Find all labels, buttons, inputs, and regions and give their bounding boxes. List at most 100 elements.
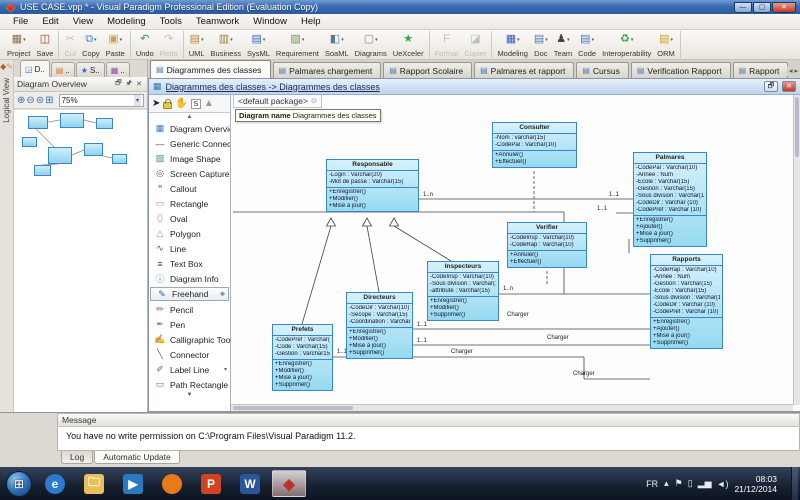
uml-class-inspecteurs[interactable]: Inspecteurs-CodeInsp : Varchar(10)-Sous … (427, 261, 499, 321)
zoom-actual-icon[interactable]: ⊜ (36, 95, 44, 106)
toolbar-orm-button[interactable]: ▤▾ORM (654, 31, 678, 58)
uml-class-prefets[interactable]: Prefets-CodePref : Varchar(10)-Code : Va… (272, 324, 333, 391)
palette-scroll-up-icon[interactable]: ▲ (149, 114, 230, 121)
palette-item-line[interactable]: ∿Line (149, 241, 230, 256)
chevron-down-icon[interactable]: ▾ (341, 37, 344, 43)
chevron-down-icon[interactable]: ▾ (224, 366, 227, 373)
chevron-down-icon[interactable]: ▾ (517, 37, 520, 43)
zoom-fit-icon[interactable]: ⊞ (45, 95, 53, 106)
diagram-tab-cursus[interactable]: ▤Cursus (576, 62, 629, 78)
zoom-level-combo[interactable]: 75% ▾ (59, 94, 144, 107)
taskbar-internet-explorer-button[interactable]: e (38, 470, 72, 497)
cursor-tool-icon[interactable]: ➤ (152, 98, 160, 110)
toolbar-uexceler-button[interactable]: ★UeXceler (390, 31, 427, 58)
toolbar-interoperability-button[interactable]: ♻▾Interoperability (599, 31, 654, 58)
toolbar-copy-button[interactable]: ⧉▾Copy (79, 31, 103, 58)
taskbar-firefox-button[interactable] (155, 470, 189, 497)
breadcrumb[interactable]: Diagrammes des classes -> Diagrammes des… (166, 82, 760, 92)
lock-tool-icon[interactable] (163, 102, 172, 109)
collapse-palette-icon[interactable]: ▲ (204, 98, 214, 110)
taskbar-file-explorer-button[interactable]: 🗀 (77, 470, 111, 497)
show-hidden-icons[interactable]: ▴ (664, 478, 669, 489)
close-button[interactable]: ✕ (772, 2, 796, 13)
chevron-down-icon[interactable]: ▾ (567, 37, 570, 43)
show-desktop-button[interactable] (791, 467, 798, 500)
panel-tab-s[interactable]: ★S.. (76, 62, 105, 77)
chevron-down-icon[interactable]: ▾ (201, 37, 204, 43)
toolbar-save-button[interactable]: ◫Save (33, 31, 56, 58)
network-icon[interactable]: ▂▅ (698, 478, 712, 489)
minimize-button[interactable]: — (734, 2, 752, 13)
menu-window[interactable]: Window (246, 15, 294, 28)
pin-panel-icon[interactable]: 🖈 (124, 79, 134, 90)
sweeper-tool-icon[interactable]: S (191, 99, 201, 109)
palette-item-pencil[interactable]: ✏Pencil (149, 302, 230, 317)
palette-item-label-line[interactable]: ✐Label Line▾ (149, 362, 230, 377)
toolbar-project-button[interactable]: ▦▾Project (4, 31, 33, 58)
toolbar-sysml-button[interactable]: ▤▾SysML (244, 31, 273, 58)
diagram-tab-rapport-scolaire[interactable]: ▤Rapport Scolaire (383, 62, 472, 78)
uml-class-palmares[interactable]: Palmares-CodePal : Varchar(10)-Année : N… (633, 152, 707, 247)
move-handle-icon[interactable]: ✥ (220, 291, 225, 298)
chevron-down-icon[interactable]: ▾ (263, 37, 266, 43)
palette-item-rectangle[interactable]: ▭Rectangle (149, 196, 230, 211)
uml-class-consulter[interactable]: Consulter-Nom : varchar(15)-CodePal : Va… (492, 122, 577, 168)
close-panel-icon[interactable]: ✕ (134, 80, 144, 88)
panel-tab-item[interactable]: ▦.. (106, 62, 130, 77)
logical-view-label[interactable]: Logical View (2, 78, 11, 123)
toolbar-requirement-button[interactable]: ▧▾Requirement (273, 31, 322, 58)
diagram-canvas[interactable]: 1..n1..11..11..nCharger1..1Charger1..11.… (231, 95, 800, 411)
chevron-down-icon[interactable]: ▾ (631, 37, 634, 43)
toolbar-soaml-button[interactable]: ◧▾SoaML (322, 31, 352, 58)
menu-view[interactable]: View (66, 15, 100, 28)
palette-item-path-rectangle[interactable]: ▭Path Rectangle▾ (149, 377, 230, 392)
uml-class-verifier[interactable]: Verifier-CodeInsp : Varchar(10)-CodeRap … (507, 222, 587, 268)
palette-item-diagram-info[interactable]: ⓘDiagram Info (149, 271, 230, 286)
toolbar-redo-button[interactable]: ↷Redo (157, 31, 181, 58)
toolbar-copier-button[interactable]: ◪Copier (461, 31, 489, 58)
chevron-down-icon[interactable]: ▾ (592, 37, 595, 43)
palette-item-screen-capture[interactable]: ◎Screen Capture (149, 166, 230, 181)
palette-item-freehand[interactable]: ✎Freehand✥ (150, 287, 229, 301)
toolbar-business-button[interactable]: ▥▾Business (208, 31, 244, 58)
chevron-down-icon[interactable]: ▾ (230, 37, 233, 43)
panel-tab-item[interactable]: ▤.. (51, 62, 75, 77)
chevron-down-icon[interactable]: ▾ (670, 37, 673, 43)
diagram-tab-verification-rapport[interactable]: ▤Verification Rapport (631, 62, 731, 78)
palette-scroll-down-icon[interactable]: ▼ (149, 392, 230, 399)
menu-file[interactable]: File (6, 15, 35, 28)
tab-log[interactable]: Log (61, 451, 93, 464)
taskbar-clock[interactable]: 08:03 21/12/2014 (734, 474, 783, 494)
menu-help[interactable]: Help (294, 15, 328, 28)
chevron-down-icon[interactable]: ▾ (375, 37, 378, 43)
toolbar-undo-button[interactable]: ↶Undo (133, 31, 157, 58)
palette-item-oval[interactable]: ⬯Oval (149, 211, 230, 226)
menu-teamwork[interactable]: Teamwork (189, 15, 246, 28)
taskbar-media-player-button[interactable]: ▶ (116, 470, 150, 497)
diagram-tab-palmares-chargement[interactable]: ▤Palmares chargement (273, 62, 382, 78)
toolbar-team-button[interactable]: ♟▾Team (551, 31, 575, 58)
toolbar-diagrams-button[interactable]: ▢▾Diagrams (352, 31, 390, 58)
toolbar-uml-button[interactable]: ▤▾UML (186, 31, 208, 58)
dock-icon-1[interactable]: ✎ (6, 62, 13, 71)
start-button[interactable]: ⊞ (6, 471, 32, 497)
tab-automatic-update[interactable]: Automatic Update (94, 451, 180, 464)
panel-tab-d[interactable]: ◲D.. (20, 60, 50, 77)
diagram-overview-thumbnail[interactable] (14, 109, 147, 412)
toolbar-paste-button[interactable]: ▣▾Paste (103, 31, 128, 58)
diagram-tab-palmares-et-rapport[interactable]: ▤Palmares et rapport (474, 62, 574, 78)
menu-modeling[interactable]: Modeling (100, 15, 153, 28)
chevron-down-icon[interactable]: ▾ (94, 37, 97, 43)
menu-tools[interactable]: Tools (153, 15, 189, 28)
palette-item-image-shape[interactable]: ▨Image Shape (149, 151, 230, 166)
battery-icon[interactable]: ▯ (688, 478, 693, 489)
palette-item-calligraphic-tool[interactable]: ✍Calligraphic Tool (149, 332, 230, 347)
zoom-in-icon[interactable]: ⊕ (17, 95, 25, 106)
pan-hand-icon[interactable]: ✋ (175, 98, 187, 110)
chevron-down-icon[interactable]: ▾ (120, 37, 123, 43)
toolbar-format-button[interactable]: FFormat (432, 31, 462, 58)
language-indicator[interactable]: FR (646, 479, 658, 489)
taskbar-word-button[interactable]: W (233, 470, 267, 497)
palette-item-callout[interactable]: ❝Callout (149, 181, 230, 196)
uml-class-rapports[interactable]: Rapports-CodeRap : Varchar(10)-Année : N… (650, 254, 723, 349)
